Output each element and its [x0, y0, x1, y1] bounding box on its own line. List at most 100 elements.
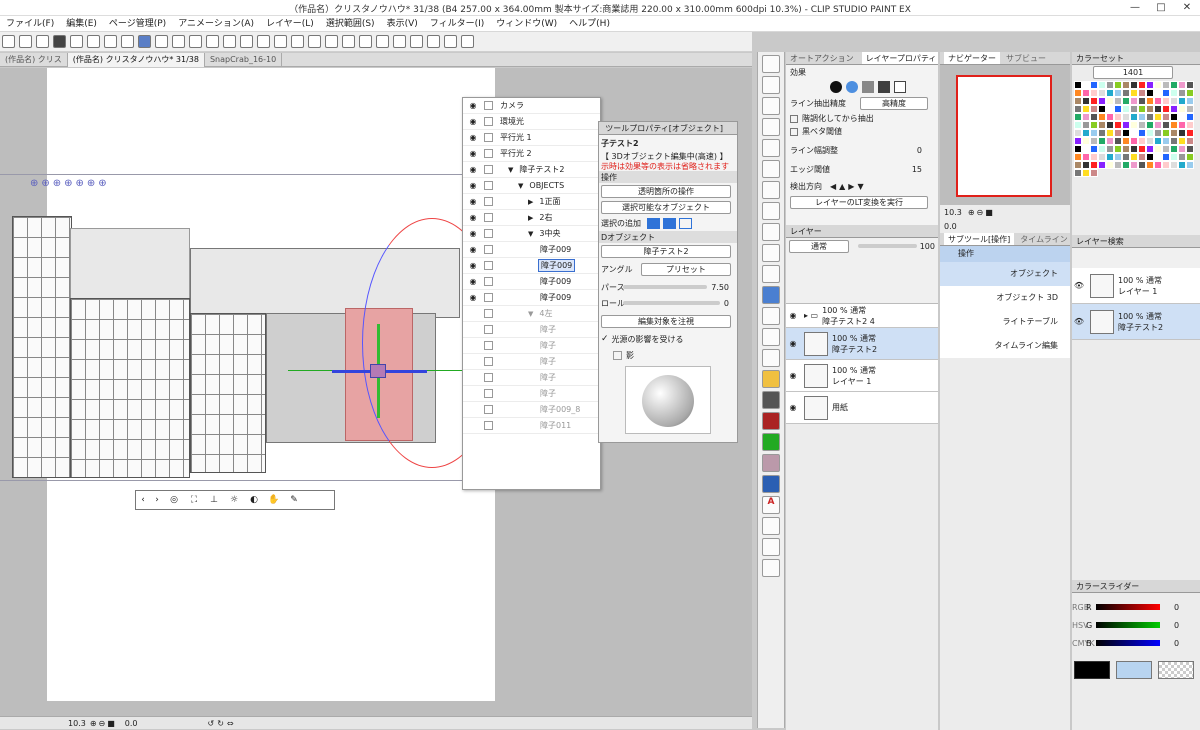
color-swatch[interactable] — [1090, 161, 1098, 169]
color-swatch[interactable] — [1162, 113, 1170, 121]
color-swatch[interactable] — [1114, 129, 1122, 137]
frame-icon[interactable] — [762, 349, 780, 367]
brush-icon[interactable] — [762, 223, 780, 241]
color-swatch[interactable] — [1130, 145, 1138, 153]
color-swatch[interactable] — [1074, 113, 1082, 121]
color-swatch[interactable] — [1186, 105, 1194, 113]
color-swatch[interactable] — [1106, 105, 1114, 113]
color-swatch[interactable] — [1146, 129, 1154, 137]
layer-row[interactable]: ◉ 100 % 通常 障子テスト2 — [786, 328, 938, 360]
eye-icon[interactable]: ◉ — [467, 261, 479, 270]
view-icon[interactable] — [376, 35, 389, 48]
color-swatch[interactable] — [1178, 81, 1186, 89]
lock-checkbox[interactable] — [484, 357, 493, 366]
color-swatch[interactable] — [1178, 161, 1186, 169]
move-handle[interactable] — [370, 364, 386, 378]
color-swatch[interactable] — [1162, 81, 1170, 89]
color-swatch[interactable] — [1098, 105, 1106, 113]
color-set-icon[interactable] — [762, 454, 780, 472]
color-swatch[interactable] — [1162, 153, 1170, 161]
color-swatch[interactable] — [1074, 97, 1082, 105]
color-swatch[interactable] — [1106, 153, 1114, 161]
lock-checkbox[interactable] — [484, 325, 493, 334]
color-swatch[interactable] — [1154, 129, 1162, 137]
color-swatch[interactable] — [1154, 121, 1162, 129]
eye-icon[interactable]: ◉ — [786, 339, 800, 348]
color-swatch[interactable] — [1122, 121, 1130, 129]
color-swatch[interactable] — [1106, 81, 1114, 89]
airbrush-icon[interactable] — [762, 244, 780, 262]
roll-slider[interactable] — [623, 301, 720, 305]
color-swatch[interactable] — [1082, 105, 1090, 113]
eye-icon[interactable]: ◉ — [467, 277, 479, 286]
color-swatch[interactable] — [1162, 129, 1170, 137]
text-a-icon[interactable]: A — [762, 496, 780, 514]
expand-arrow-icon[interactable]: ▶ — [528, 214, 533, 222]
expand-arrow-icon[interactable]: ▼ — [518, 182, 523, 190]
lock-checkbox[interactable] — [484, 197, 493, 206]
fit-icon[interactable] — [461, 35, 474, 48]
color-swatch[interactable] — [1138, 113, 1146, 121]
eye-icon[interactable]: ◉ — [467, 133, 479, 142]
color-swatch[interactable] — [1170, 89, 1178, 97]
obj3d-select[interactable]: 障子テスト2 — [601, 244, 731, 258]
fill-icon[interactable] — [762, 286, 780, 304]
color-swatch[interactable] — [1122, 81, 1130, 89]
selectable-select[interactable]: 選択可能なオブジェクト — [601, 200, 731, 214]
eye-icon[interactable]: ◉ — [467, 245, 479, 254]
lock-checkbox[interactable] — [484, 229, 493, 238]
direction-arrows-icon[interactable]: ◀▲▶▼ — [830, 182, 867, 191]
balloon-icon[interactable] — [762, 517, 780, 535]
color-swatch[interactable] — [1170, 153, 1178, 161]
color-swatch[interactable] — [1138, 97, 1146, 105]
color-swatch[interactable] — [1178, 145, 1186, 153]
prev-icon[interactable]: ‹ — [136, 495, 150, 505]
color-swatch[interactable] — [1122, 113, 1130, 121]
text-icon[interactable] — [762, 475, 780, 493]
undo-icon[interactable] — [223, 35, 236, 48]
color-swatch[interactable] — [1090, 97, 1098, 105]
next-icon[interactable]: › — [150, 495, 164, 505]
layer-row[interactable]: ◉ 用紙 — [786, 392, 938, 424]
subtool-object-3d[interactable]: オブジェクト 3D — [940, 286, 1070, 310]
eye-icon[interactable]: ◉ — [467, 149, 479, 158]
color-swatch-grid[interactable] — [1072, 79, 1200, 209]
eye-icon[interactable]: 👁 — [1072, 317, 1086, 326]
close-button[interactable]: ✕ — [1174, 0, 1200, 16]
perspective-icon[interactable] — [291, 35, 304, 48]
layer-stack-icon[interactable] — [87, 35, 100, 48]
object-list-item[interactable]: ▼ 4左 — [463, 306, 600, 322]
object-list-item[interactable]: ◉ ▼ 3中央 — [463, 226, 600, 242]
color-swatch[interactable] — [1178, 129, 1186, 137]
sub-color-chip[interactable] — [1116, 661, 1152, 679]
color-swatch[interactable] — [1138, 129, 1146, 137]
frame-icon[interactable] — [342, 35, 355, 48]
eye-icon[interactable]: ◉ — [467, 197, 479, 206]
object-list-item[interactable]: ◉ 障子009 — [463, 258, 600, 274]
color-swatch[interactable] — [1130, 129, 1138, 137]
lock-checkbox[interactable] — [484, 373, 493, 382]
color-swatch[interactable] — [1114, 153, 1122, 161]
expand-arrow-icon[interactable]: ▼ — [528, 310, 533, 318]
eye-icon[interactable]: ◉ — [467, 101, 479, 110]
color-swatch[interactable] — [1162, 89, 1170, 97]
selection-icon[interactable] — [121, 35, 134, 48]
color-swatch[interactable] — [1170, 121, 1178, 129]
color-swatch[interactable] — [1074, 81, 1082, 89]
frame2-icon[interactable] — [359, 35, 372, 48]
color-swatch[interactable] — [1138, 81, 1146, 89]
color-swatch[interactable] — [1154, 81, 1162, 89]
opacity-slider[interactable] — [858, 244, 917, 248]
copy-icon[interactable] — [138, 35, 151, 48]
black-fill-checkbox[interactable] — [790, 127, 798, 136]
color-swatch[interactable] — [1082, 129, 1090, 137]
eraser-icon[interactable] — [762, 118, 780, 136]
object-list-item[interactable]: ◉ 平行光 1 — [463, 130, 600, 146]
lock-checkbox[interactable] — [484, 101, 493, 110]
paste-icon[interactable] — [189, 35, 202, 48]
lock-checkbox[interactable] — [484, 165, 493, 174]
color-swatch[interactable] — [1090, 113, 1098, 121]
trash-icon[interactable] — [172, 35, 185, 48]
folder-icon[interactable]: ▸ ▭ — [804, 311, 818, 320]
rotate-icons[interactable]: ↺↻⇔ — [208, 719, 237, 728]
